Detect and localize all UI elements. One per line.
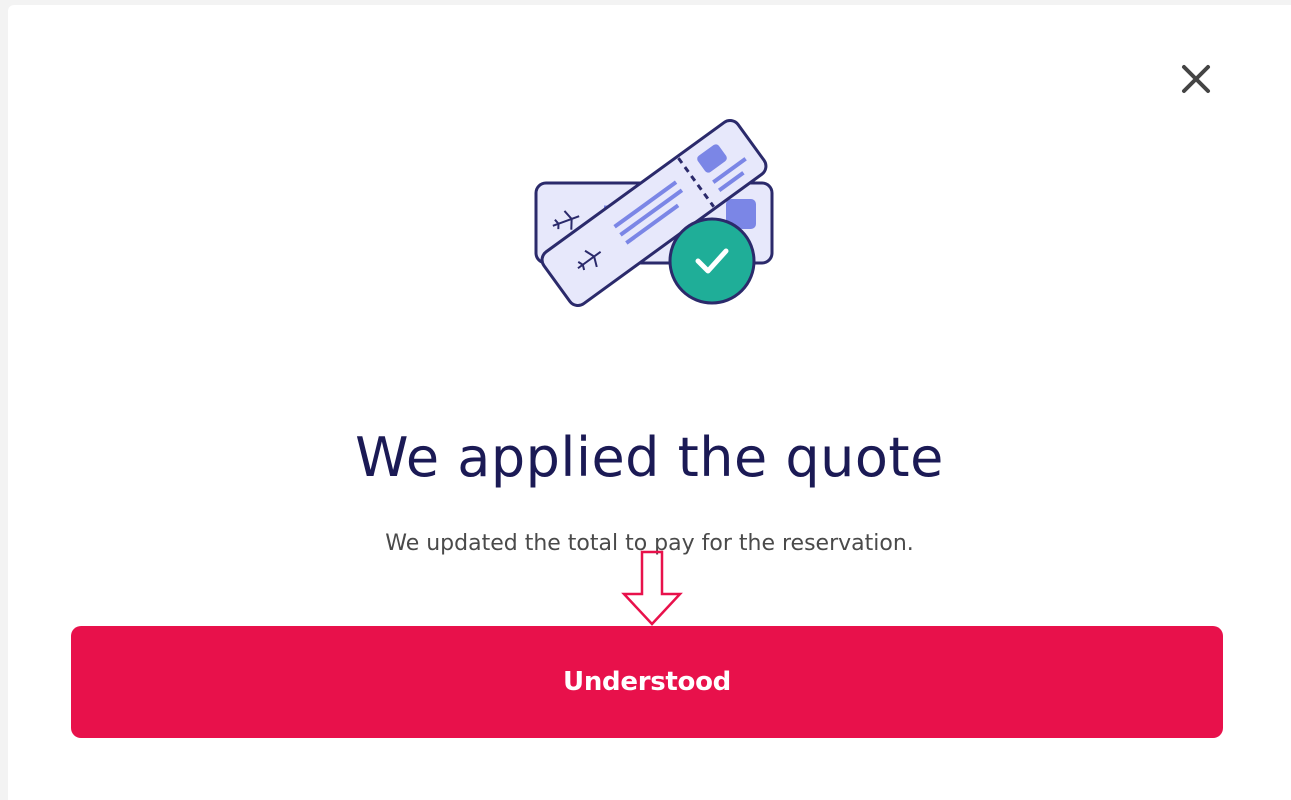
tickets-confirmed-illustration <box>534 119 774 307</box>
arrow-down-hint-icon <box>621 550 683 626</box>
dialog-title: We applied the quote <box>355 426 944 490</box>
close-button[interactable] <box>1174 57 1218 101</box>
quote-applied-dialog: We applied the quote We updated the tota… <box>8 5 1291 800</box>
close-icon <box>1182 65 1210 93</box>
understood-button[interactable]: Understood <box>71 626 1223 738</box>
